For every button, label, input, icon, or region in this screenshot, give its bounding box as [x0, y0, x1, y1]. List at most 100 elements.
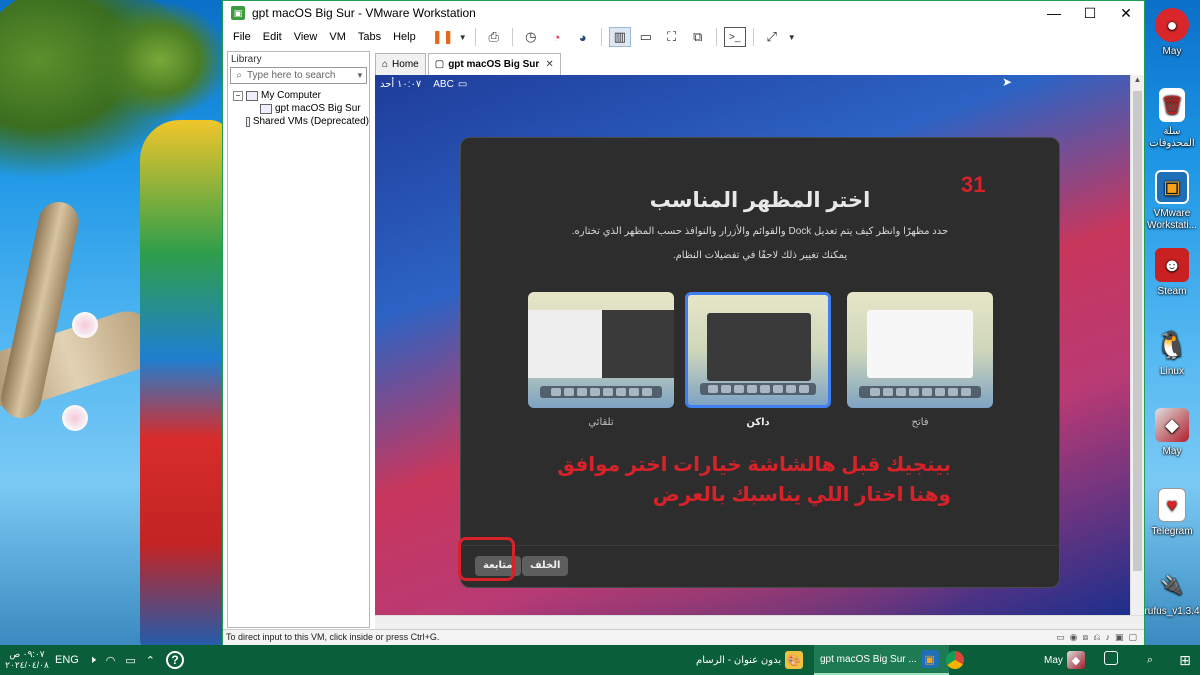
appearance-option-light[interactable] — [847, 292, 993, 408]
angry-bird-icon: ● — [1155, 8, 1189, 42]
tree-item-shared-vms[interactable]: Shared VMs (Deprecated) — [228, 115, 369, 128]
stretch-icon[interactable]: ⤢ — [761, 27, 783, 47]
network-icon[interactable]: ⧈ — [1083, 632, 1089, 643]
library-view-icon[interactable]: ▥ — [608, 27, 631, 47]
language-indicator[interactable]: ENG — [55, 654, 79, 666]
menu-vm[interactable]: VM — [323, 31, 352, 43]
vertical-scrollbar[interactable]: ▲ — [1130, 75, 1144, 615]
clock-time: ٠٩:٠٧ ص — [9, 649, 45, 659]
send-ctrl-alt-del-icon[interactable]: ⎙ — [483, 27, 505, 47]
menu-tabs[interactable]: Tabs — [352, 31, 387, 43]
orchid-flower-2 — [62, 405, 88, 431]
vmware-icon: ▣ — [1155, 170, 1189, 204]
taskbar-item-vmware[interactable]: gpt macOS Big Sur ... ▣ — [814, 645, 949, 675]
appearance-option-dark[interactable] — [685, 292, 831, 408]
usb-icon: 🔌 — [1160, 575, 1184, 595]
desktop-icon-may-2[interactable]: ◆ May — [1144, 408, 1200, 458]
taskbar-clock[interactable]: ٠٩:٠٧ ص ٢٠٢٤/٠٤/٠٨ — [4, 649, 50, 671]
revert-snapshot-icon[interactable]: ◔ — [546, 27, 568, 47]
wifi-icon[interactable]: ◠ — [106, 654, 116, 667]
library-search[interactable]: ⌕ Type here to search ▼ — [230, 67, 367, 84]
computer-icon — [246, 90, 258, 101]
menu-help[interactable]: Help — [387, 31, 422, 43]
tree-item-my-computer[interactable]: − My Computer — [228, 89, 369, 102]
title-bar[interactable]: ▣ gpt macOS Big Sur - VMware Workstation… — [223, 1, 1144, 25]
dock-preview — [700, 383, 816, 395]
close-button[interactable]: ✕ — [1108, 1, 1144, 25]
dialog-description: حدد مظهرًا وانظر كيف يتم تعديل Dock والق… — [571, 226, 949, 237]
taskbar-item-may[interactable]: May ◆ — [1038, 645, 1095, 675]
search-icon: ⌕ — [236, 70, 242, 81]
windows-start-icon[interactable]: ⊞ — [1176, 651, 1194, 669]
window-title: gpt macOS Big Sur - VMware Workstation — [252, 6, 476, 20]
hard-disk-icon[interactable]: ▭ — [1056, 632, 1065, 643]
volume-muted-icon[interactable]: 🕨 — [89, 654, 96, 667]
tab-label: Home — [392, 59, 419, 70]
cd-icon[interactable]: ◉ — [1070, 632, 1078, 643]
thumbnail-view-icon[interactable]: ▭ — [635, 27, 657, 47]
desktop-icon-steam[interactable]: ☻ Steam — [1144, 248, 1200, 298]
light-window-preview — [528, 310, 602, 378]
scrollbar-thumb[interactable] — [1133, 91, 1142, 571]
desktop-icon-label: May — [1162, 46, 1182, 57]
scroll-up-icon[interactable]: ▲ — [1131, 75, 1144, 89]
tree-item-vm[interactable]: gpt macOS Big Sur — [228, 102, 369, 115]
maximize-button[interactable]: ☐ — [1072, 1, 1108, 25]
close-tab-icon[interactable]: ✕ — [545, 59, 553, 70]
desktop-icon-telegram[interactable]: ♥ Telegram — [1144, 488, 1200, 538]
pause-icon[interactable]: ❚❚ — [432, 27, 454, 47]
snapshot-icon[interactable]: ◷ — [520, 27, 542, 47]
status-message: To direct input to this VM, click inside… — [226, 632, 440, 642]
vm-input-source[interactable]: ABC — [433, 79, 454, 90]
usb-icon[interactable]: ⎌ — [1093, 632, 1100, 643]
console-icon[interactable]: >_ — [723, 27, 746, 47]
horizontal-scrollbar[interactable] — [375, 615, 1144, 629]
system-tray: ٠٩:٠٧ ص ٢٠٢٤/٠٤/٠٨ ENG 🕨 ◠ ▭ ⌃ ? — [0, 645, 185, 675]
game-icon: ◆ — [1066, 651, 1085, 669]
battery-icon[interactable]: ▭ — [125, 654, 135, 667]
chevron-up-icon[interactable]: ⌃ — [146, 654, 155, 667]
dialog-divider — [461, 545, 1059, 546]
menu-view[interactable]: View — [288, 31, 324, 43]
keyboard-icon: ▭ — [457, 79, 468, 90]
back-button[interactable]: الخلف — [522, 556, 569, 576]
collapse-icon[interactable]: − — [233, 90, 243, 101]
light-window-preview — [867, 310, 973, 378]
desktop-icon-label: May — [1162, 446, 1182, 457]
snapshot-manager-icon[interactable]: ◕ — [572, 27, 594, 47]
task-view-icon[interactable] — [1104, 651, 1118, 665]
help-icon[interactable]: ? — [166, 651, 185, 669]
vm-screen[interactable]: ١٠:٠٧ أحد ABC ▭ 31 اختر المظهر المناسب ح… — [375, 75, 1130, 615]
vm-icon: ▢ — [434, 59, 445, 70]
minimize-button[interactable]: — — [1036, 1, 1072, 25]
desktop-icons: ● May 🗑 سلة المحذوفات ▣ VMware Workstati… — [1144, 0, 1200, 645]
desktop-icon-rufus[interactable]: 🔌 rufus_v1.3.4 — [1144, 568, 1200, 618]
display-icon[interactable]: ▣ — [1115, 632, 1124, 643]
desktop-icon-vmware[interactable]: ▣ VMware Workstati... — [1144, 170, 1200, 232]
taskbar-item-paint[interactable]: بدون عنوان - الرسام 🎨 — [690, 645, 813, 675]
taskbar-item-chrome[interactable] — [936, 645, 974, 675]
menu-bar: File Edit View VM Tabs Help ❚❚ ▼ ⎙ ◷ ◔ ◕… — [223, 25, 1144, 49]
dark-window-preview — [707, 313, 811, 381]
tree-label: gpt macOS Big Sur — [275, 103, 361, 114]
search-icon[interactable]: ⌕ — [1141, 651, 1159, 669]
chevron-down-icon[interactable]: ▼ — [787, 27, 797, 47]
device-icons: ▭ ◉ ⧈ ⎌ ♪ ▣ ▢ — [1056, 632, 1137, 643]
menu-file[interactable]: File — [227, 31, 257, 43]
unity-icon[interactable]: ⧉ — [687, 27, 709, 47]
sound-icon[interactable]: ♪ — [1105, 632, 1110, 643]
toolbar-divider — [752, 28, 754, 46]
chevron-down-icon[interactable]: ▼ — [458, 27, 468, 47]
desktop-icon-may[interactable]: ● May — [1144, 8, 1200, 58]
library-tree: − My Computer gpt macOS Big Sur Shared V… — [228, 89, 369, 128]
taskbar-label: gpt macOS Big Sur ... — [820, 653, 917, 665]
desktop-icon-recycle-bin[interactable]: 🗑 سلة المحذوفات — [1144, 88, 1200, 150]
tab-home[interactable]: ⌂ Home — [375, 53, 426, 75]
tab-vm[interactable]: ▢ gpt macOS Big Sur ✕ — [427, 53, 561, 75]
menu-edit[interactable]: Edit — [257, 31, 288, 43]
desktop-icon-linux[interactable]: 🐧 Linux — [1144, 328, 1200, 378]
message-icon[interactable]: ▢ — [1128, 632, 1137, 643]
fullscreen-icon[interactable]: ⛶ — [661, 27, 683, 47]
chevron-down-icon[interactable]: ▼ — [354, 71, 366, 80]
appearance-option-auto[interactable] — [528, 292, 674, 408]
